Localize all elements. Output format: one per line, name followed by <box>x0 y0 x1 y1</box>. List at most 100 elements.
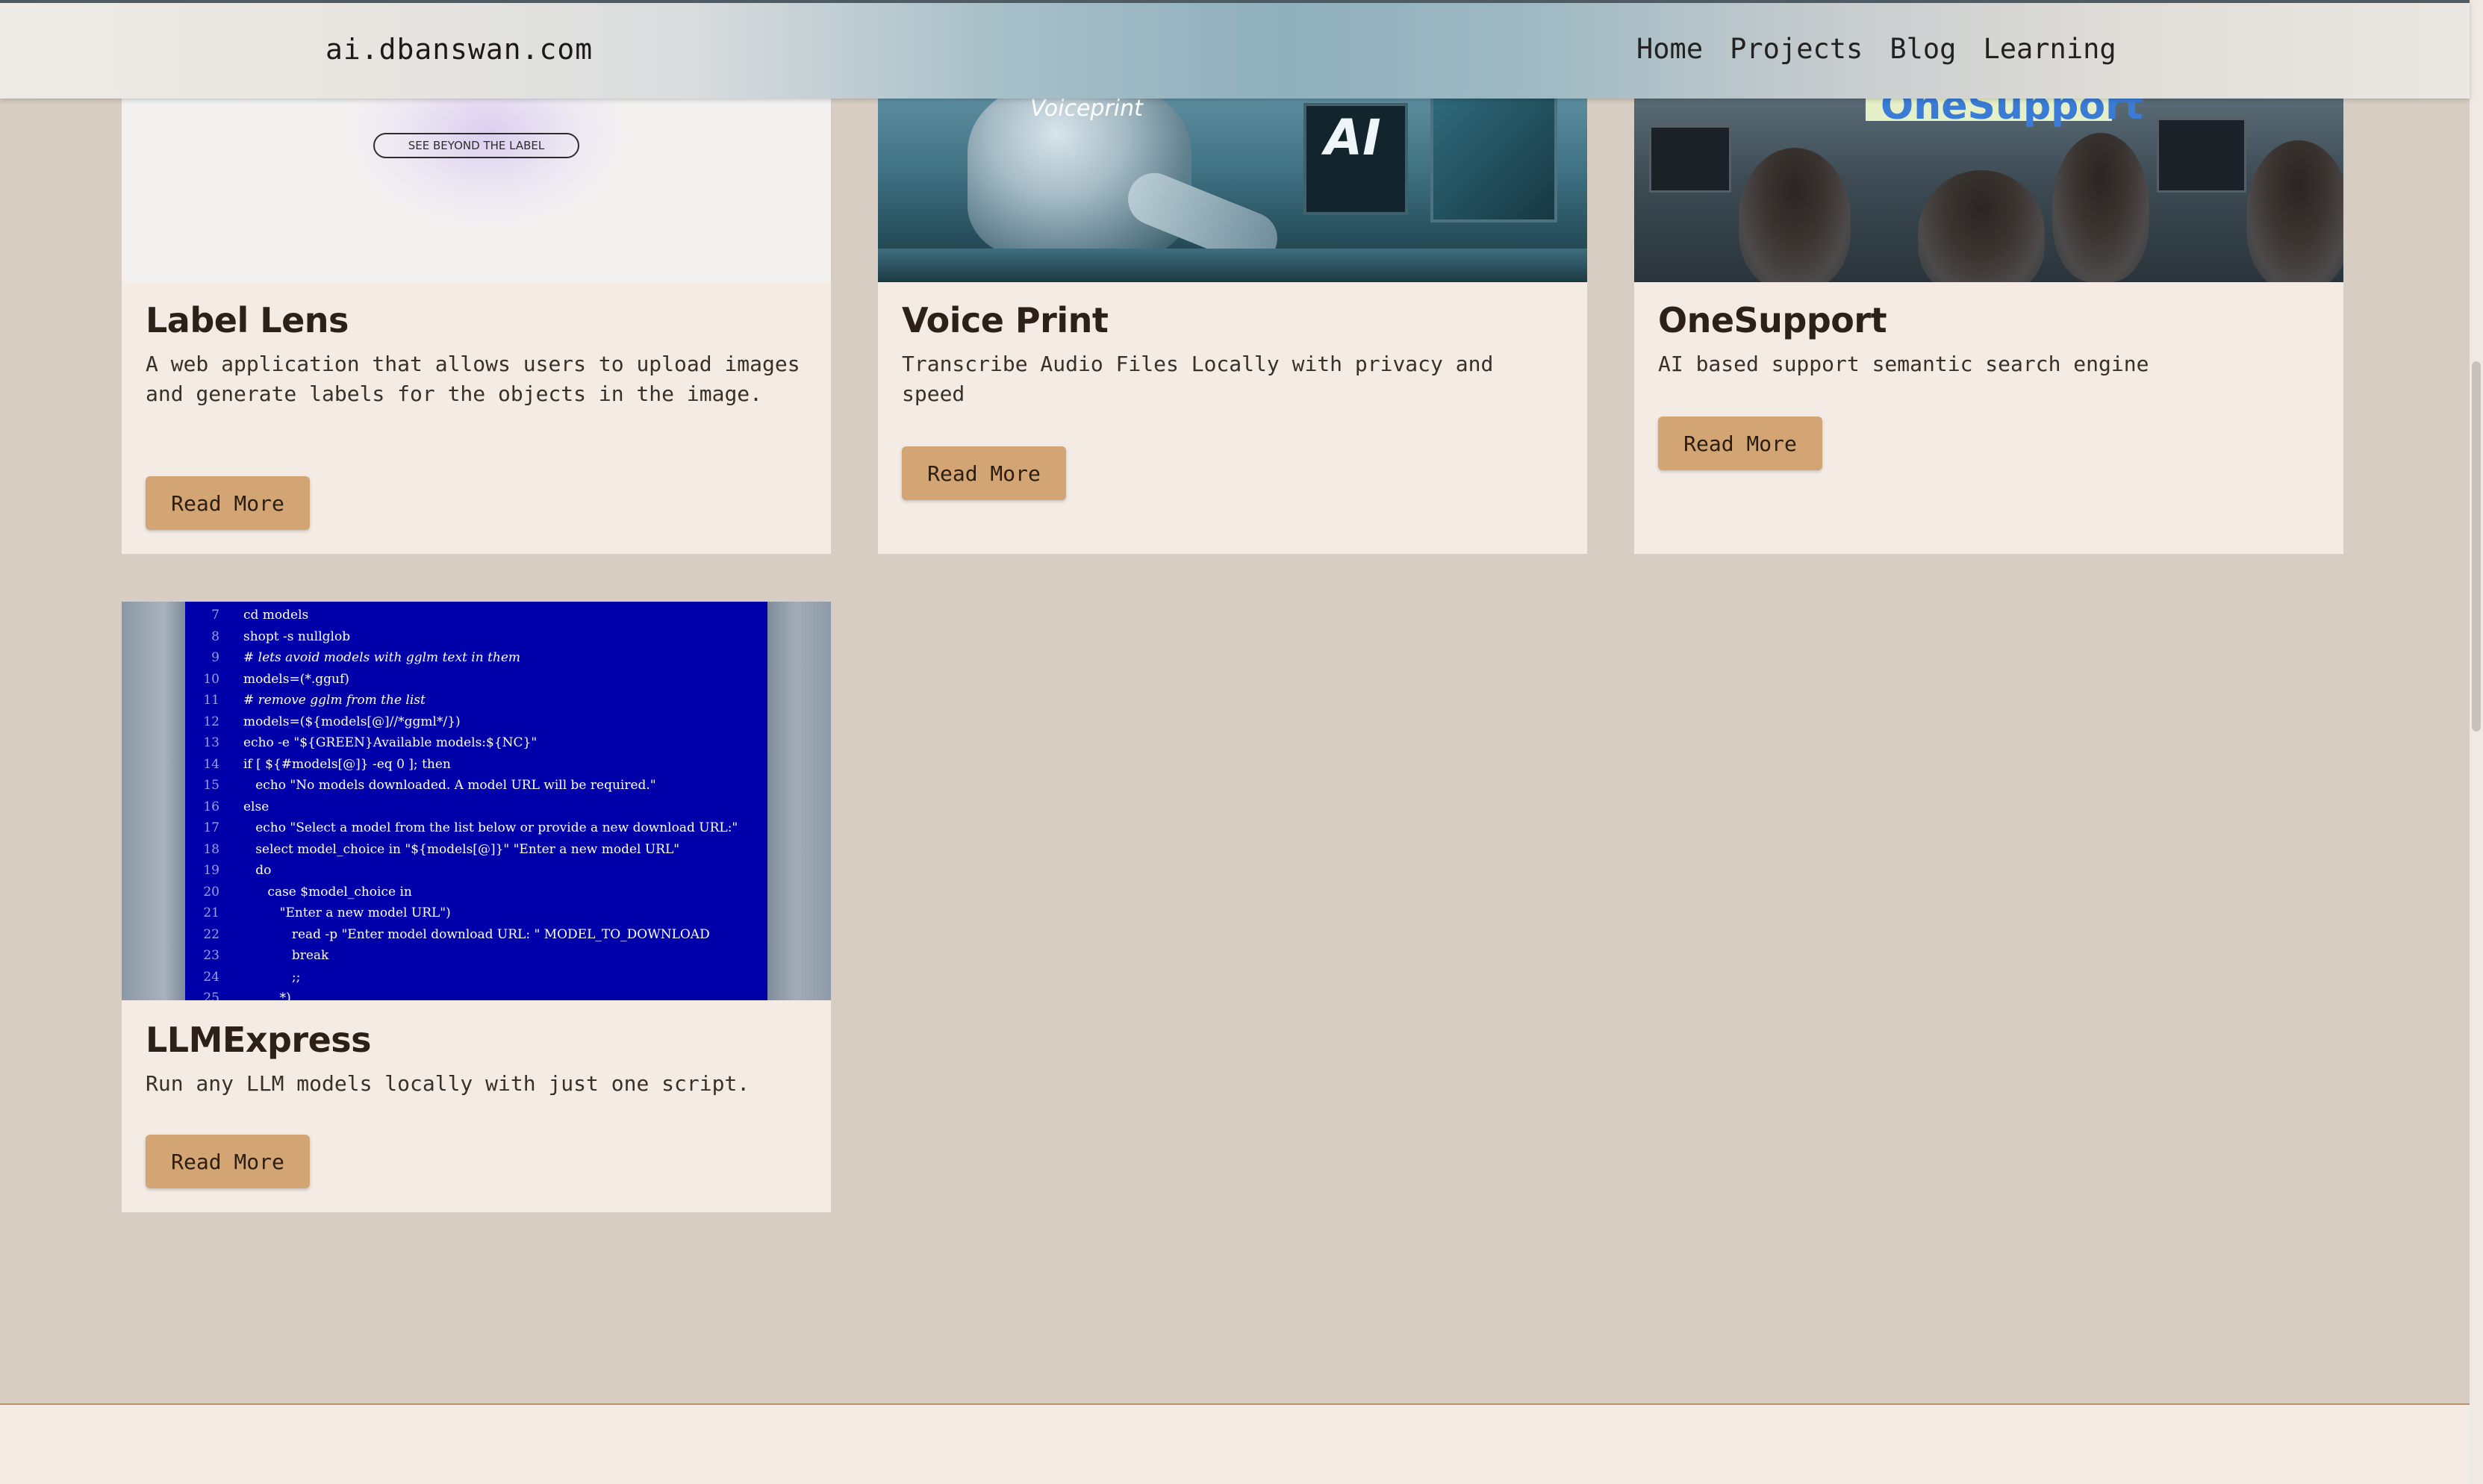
project-title: OneSupport <box>1658 300 1887 340</box>
code-line-text: else <box>243 799 270 814</box>
nav-learning[interactable]: Learning <box>1983 33 2116 65</box>
code-line: 15 echo "No models downloaded. A model U… <box>185 775 767 796</box>
code-line: 12 models=(${models[@]//*ggml*/}) <box>185 711 767 733</box>
code-line-text: case $model_choice in <box>243 884 412 900</box>
project-image-label-lens: SEE BEYOND THE LABEL <box>122 96 831 282</box>
project-card-onesupport: OneSupport OneSupport AI based support s… <box>1634 96 2343 554</box>
code-line: 20 case $model_choice in <box>185 882 767 903</box>
code-screenshot: 7 cd models 8 shopt -s nullglob 9 # lets avoi… <box>185 602 767 1000</box>
code-line-number: 15 <box>203 778 219 793</box>
thumb-caption: Voiceprint <box>1030 96 1143 122</box>
code-line-number: 20 <box>203 884 219 900</box>
person-shape <box>1739 148 1851 282</box>
code-line-text: echo -e "${GREEN}Available models:${NC}" <box>243 735 538 750</box>
main-nav: Home Projects Blog Learning <box>1636 33 2116 65</box>
read-more-button[interactable]: Read More <box>902 446 1066 500</box>
code-line-text: if [ ${#models[@]} -eq 0 ]; then <box>243 756 451 772</box>
site-header: ai.dbanswan.com Home Projects Blog Learn… <box>0 0 2470 99</box>
code-line-number: 19 <box>203 863 219 878</box>
code-line-text: "Enter a new model URL") <box>243 905 451 920</box>
person-shape <box>2052 133 2149 282</box>
code-line-number: 16 <box>203 799 219 814</box>
code-line-text: ;; <box>243 969 301 985</box>
nav-blog[interactable]: Blog <box>1889 33 1956 65</box>
thumb-tagline: SEE BEYOND THE LABEL <box>373 133 579 158</box>
read-more-button[interactable]: Read More <box>146 476 310 530</box>
code-line-text: cd models <box>243 608 309 623</box>
project-description: A web application that allows users to u… <box>146 352 800 406</box>
project-image-onesupport: OneSupport <box>1634 96 2343 282</box>
code-line: 25 *) <box>185 988 767 1000</box>
project-image-voice-print: Voiceprint AI <box>878 96 1587 282</box>
code-line-number: 14 <box>203 756 219 772</box>
monitor-shape <box>1649 125 1731 193</box>
project-card-llmexpress: 7 cd models 8 shopt -s nullglob 9 # lets avoi… <box>122 602 831 1212</box>
code-line: 9 # lets avoid models with gglm text in t… <box>185 647 767 669</box>
code-line: 14 if [ ${#models[@]} -eq 0 ]; then <box>185 754 767 776</box>
code-line: 21 "Enter a new model URL") <box>185 902 767 924</box>
code-line: 17 echo "Select a model from the list be… <box>185 817 767 839</box>
project-title: LLMExpress <box>146 1020 372 1060</box>
person-shape <box>2246 140 2343 282</box>
glow-decoration <box>346 96 629 230</box>
code-line: 11 # remove gglm from the list <box>185 690 767 711</box>
project-title: Voice Print <box>902 300 1109 340</box>
code-line: 13 echo -e "${GREEN}Available models:${NC… <box>185 732 767 754</box>
code-line-number: 13 <box>203 735 219 750</box>
read-more-button[interactable]: Read More <box>146 1135 310 1188</box>
code-line-number: 18 <box>203 841 219 857</box>
scrollbar-track[interactable] <box>2470 0 2483 1484</box>
project-description: AI based support semantic search engine <box>1658 352 2149 376</box>
code-line: 24 ;; <box>185 967 767 988</box>
code-line: 19 do <box>185 860 767 882</box>
code-line: 23 break <box>185 945 767 967</box>
code-line-number: 9 <box>211 650 219 665</box>
code-line-number: 7 <box>211 608 219 623</box>
code-line-number: 10 <box>203 671 219 687</box>
code-line-number: 21 <box>203 905 219 920</box>
code-line-text: *) <box>243 991 291 1000</box>
code-line-text: do <box>243 863 272 878</box>
code-line-number: 17 <box>203 820 219 835</box>
code-line-number: 12 <box>203 714 219 729</box>
monitor-shape <box>2157 118 2246 193</box>
site-footer <box>0 1403 2470 1484</box>
code-line-text: break <box>243 948 329 963</box>
nav-home[interactable]: Home <box>1636 33 1703 65</box>
thumb-ai-text: AI <box>1324 109 1381 166</box>
thumb-banner-text: OneSupport <box>1881 96 2143 128</box>
read-more-button[interactable]: Read More <box>1658 417 1822 470</box>
project-description: Run any LLM models locally with just one… <box>146 1071 750 1096</box>
code-line-text: shopt -s nullglob <box>243 629 351 644</box>
code-line: 16 else <box>185 796 767 818</box>
code-line-text: models=(${models[@]//*ggml*/}) <box>243 714 461 729</box>
project-card-voice-print: Voiceprint AI Voice Print Transcribe Aud… <box>878 96 1587 554</box>
code-line-number: 11 <box>203 693 219 708</box>
project-card-label-lens: SEE BEYOND THE LABEL Label Lens A web ap… <box>122 96 831 554</box>
code-line-text: read -p "Enter model download URL: " MOD… <box>243 926 710 942</box>
site-title-link[interactable]: ai.dbanswan.com <box>325 33 593 66</box>
code-line-number: 23 <box>203 948 219 963</box>
code-line: 8 shopt -s nullglob <box>185 626 767 648</box>
code-line-number: 22 <box>203 926 219 942</box>
code-line-text: # remove gglm from the list <box>243 693 426 708</box>
project-title: Label Lens <box>146 300 349 340</box>
code-line-text: # lets avoid models with gglm text in th… <box>243 650 521 665</box>
code-line-text: echo "Select a model from the list below… <box>243 820 738 835</box>
code-line-text: echo "No models downloaded. A model URL … <box>243 778 656 793</box>
desk-shape <box>878 249 1587 282</box>
project-image-llmexpress: 7 cd models 8 shopt -s nullglob 9 # lets avoi… <box>122 602 831 1000</box>
scrollbar-thumb[interactable] <box>2472 361 2481 732</box>
code-line: 10 models=(*.gguf) <box>185 669 767 690</box>
code-line: 22 read -p "Enter model download URL: " … <box>185 924 767 946</box>
code-line-number: 8 <box>211 629 219 644</box>
code-line: 18 select model_choice in "${models[@]}"… <box>185 839 767 861</box>
project-description: Transcribe Audio Files Locally with priv… <box>902 352 1494 406</box>
code-line-text: models=(*.gguf) <box>243 671 349 687</box>
code-line-text: select model_choice in "${models[@]}" "E… <box>243 841 680 857</box>
person-shape <box>1918 170 2045 282</box>
monitor-shape <box>1430 96 1557 222</box>
code-line-number: 25 <box>203 991 219 1000</box>
nav-projects[interactable]: Projects <box>1730 33 1863 65</box>
code-line-number: 24 <box>203 969 219 985</box>
